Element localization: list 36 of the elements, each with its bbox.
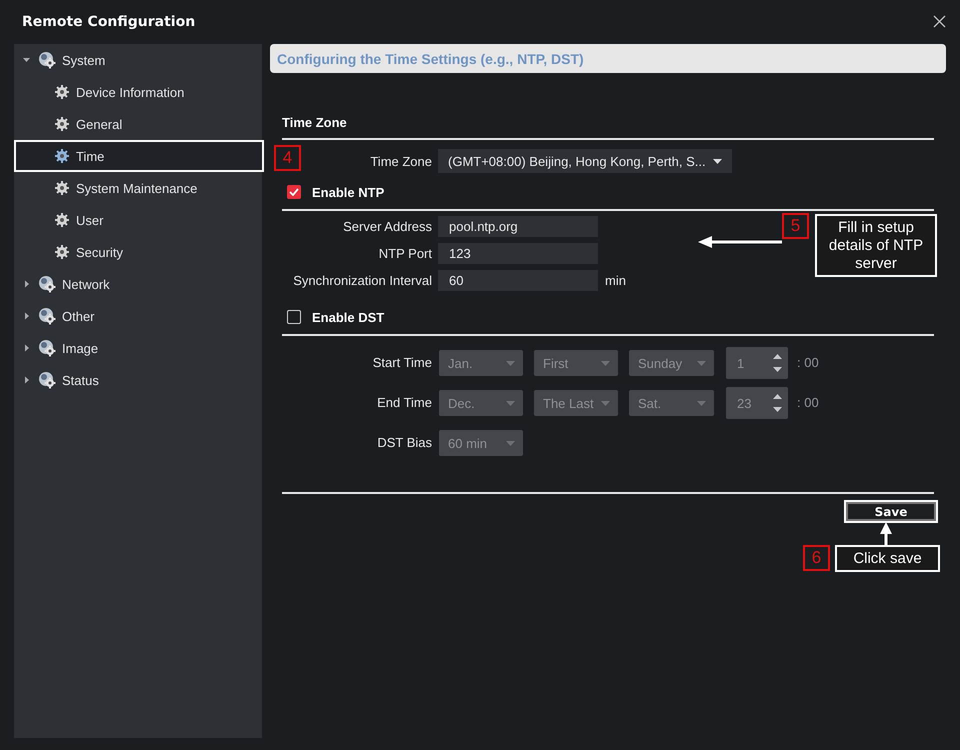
checkbox-label: Enable NTP [312,184,384,200]
checkbox-label: Enable DST [312,310,384,324]
tree-item[interactable]: Device Information [14,76,262,108]
field-label: Server Address [343,218,432,234]
callout-note: Fill in setup details of NTP server [815,214,937,277]
tree-item[interactable]: Network [14,268,262,300]
minutes-suffix: : 00 [797,394,819,410]
minutes-suffix: : 00 [797,354,819,370]
callout-note: Click save [835,545,940,572]
step-number: 5 [782,213,809,239]
tree-item[interactable]: Security [14,236,262,268]
tree-item[interactable]: System [14,44,262,76]
input-field[interactable]: 123 [438,242,598,264]
unit-label: min [605,272,626,288]
window-title: Remote Configuration [22,14,196,30]
input-field[interactable]: 60 [438,270,598,290]
save-button[interactable]: Save [844,500,938,523]
section-title: Time Zone [282,115,347,130]
field-label: Synchronization Interval [293,272,432,288]
field-label: DST Bias [377,435,432,450]
page-header: Configuring the Time Settings (e.g., NTP, DST) [270,44,946,73]
tree-item[interactable]: Other [14,300,262,332]
step-number: 6 [803,545,830,571]
time-zone-dropdown[interactable]: (GMT+08:00) Beijing, Hong Kong, Perth, S... [438,149,732,173]
field-label: NTP Port [378,246,432,260]
input-field[interactable]: pool.ntp.org [438,216,598,236]
tree-item[interactable]: General [14,108,262,140]
tree-item[interactable]: User [14,204,262,236]
field-label: End Time [377,395,432,410]
tree-item[interactable]: Status [14,364,262,396]
step-number: 4 [274,145,301,171]
tree-item[interactable]: Time [14,140,264,172]
field-label: Time Zone [370,154,432,168]
tree-item[interactable]: System Maintenance [14,172,262,204]
field-label: Start Time [372,355,432,370]
tree-item[interactable]: Image [14,332,262,364]
